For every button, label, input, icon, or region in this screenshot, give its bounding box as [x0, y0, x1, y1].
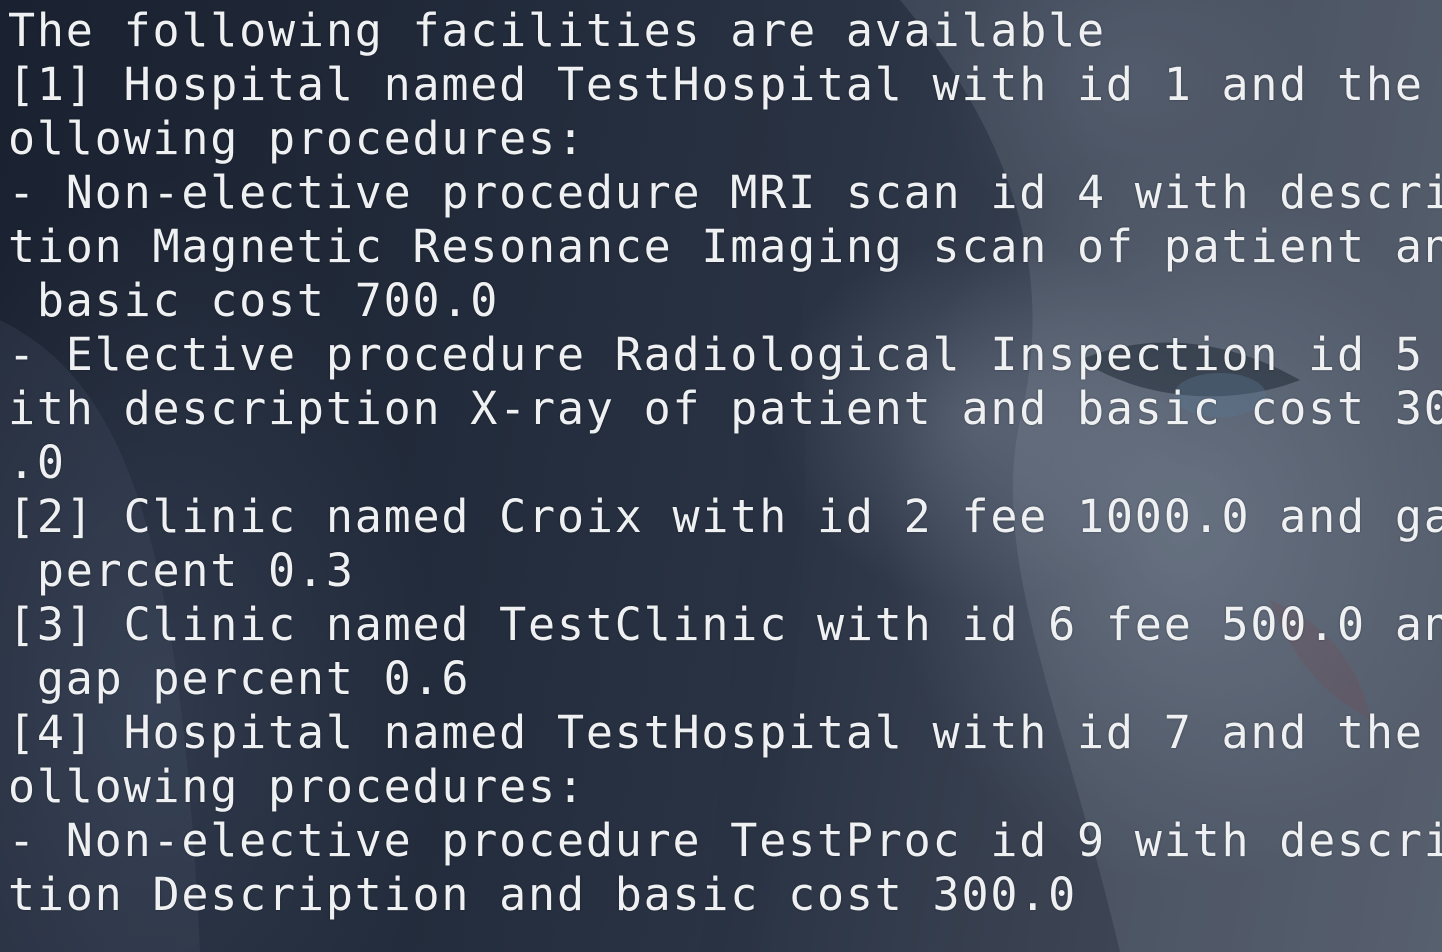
terminal-output: The following facilities are available [1… — [8, 4, 1442, 922]
output-line: ollowing procedures: — [8, 760, 586, 813]
output-line: [3] Clinic named TestClinic with id 6 fe… — [8, 598, 1442, 651]
output-line: tion Magnetic Resonance Imaging scan of … — [8, 220, 1442, 273]
output-line: percent 0.3 — [8, 544, 355, 597]
output-line: [4] Hospital named TestHospital with id … — [8, 706, 1442, 759]
output-line: gap percent 0.6 — [8, 652, 471, 705]
output-line: - Elective procedure Radiological Inspec… — [8, 328, 1442, 381]
terminal-window[interactable]: The following facilities are available [1… — [0, 0, 1442, 952]
output-line: .0 — [8, 436, 66, 489]
output-line: ith description X-ray of patient and bas… — [8, 382, 1442, 435]
output-line: basic cost 700.0 — [8, 274, 500, 327]
output-line: [1] Hospital named TestHospital with id … — [8, 58, 1442, 111]
output-line: - Non-elective procedure TestProc id 9 w… — [8, 814, 1442, 867]
output-line: - Non-elective procedure MRI scan id 4 w… — [8, 166, 1442, 219]
output-line: The following facilities are available — [8, 4, 1106, 57]
output-line: tion Description and basic cost 300.0 — [8, 868, 1078, 921]
output-line: ollowing procedures: — [8, 112, 586, 165]
output-line: [2] Clinic named Croix with id 2 fee 100… — [8, 490, 1442, 543]
